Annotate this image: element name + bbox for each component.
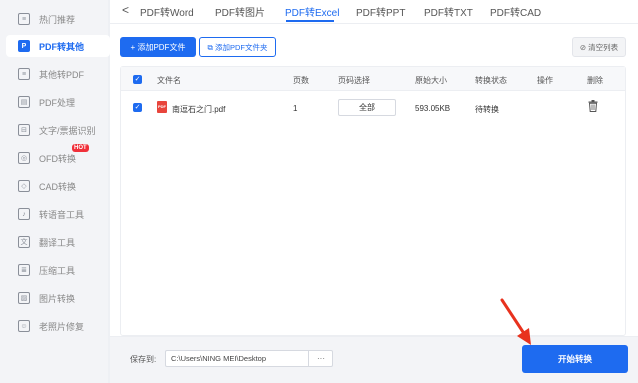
row-status: 待转换 bbox=[475, 105, 499, 114]
trash-icon[interactable] bbox=[588, 99, 598, 117]
page-select-button[interactable]: 全部 bbox=[338, 99, 396, 116]
sidebar-item-other-to-pdf[interactable]: ≡ 其他转PDF bbox=[6, 63, 110, 85]
sidebar-item-label: 压缩工具 bbox=[39, 265, 76, 276]
header-action: 操作 bbox=[537, 76, 553, 85]
sidebar-item-image[interactable]: ▨ 图片转换 bbox=[6, 287, 110, 309]
sidebar-item-label: 文字/票据识别 bbox=[39, 125, 96, 136]
tab-pdf-to-word[interactable]: PDF转Word bbox=[140, 4, 194, 19]
sidebar-item-translate[interactable]: 文 翻译工具 bbox=[6, 231, 110, 253]
clear-list-button[interactable]: ⊘ 清空列表 bbox=[572, 37, 626, 57]
file-table: ✓ 文件名 页数 页码选择 原始大小 转换状态 操作 删除 ✓ PDF 南逗石之… bbox=[120, 66, 626, 336]
tab-pdf-to-image[interactable]: PDF转图片 bbox=[215, 4, 265, 19]
row-checkbox[interactable]: ✓ bbox=[133, 103, 142, 112]
header-page-select: 页码选择 bbox=[338, 76, 370, 85]
compress-icon: ≣ bbox=[18, 264, 30, 276]
sidebar-item-label: 老照片修复 bbox=[39, 321, 85, 332]
table-header: ✓ 文件名 页数 页码选择 原始大小 转换状态 操作 删除 bbox=[121, 67, 625, 91]
sidebar-item-label: PDF转其他 bbox=[39, 41, 85, 52]
sidebar-item-label: 转语音工具 bbox=[39, 209, 85, 220]
sidebar-item-pdf-process[interactable]: ▤ PDF处理 bbox=[6, 91, 110, 113]
sidebar-item-label: 热门推荐 bbox=[39, 14, 76, 25]
row-filename: 南逗石之门.pdf bbox=[172, 105, 226, 114]
sidebar-item-label: 翻译工具 bbox=[39, 237, 76, 248]
header-delete: 删除 bbox=[587, 76, 603, 85]
tab-bar: < PDF转Word PDF转图片 PDF转Excel PDF转PPT PDF转… bbox=[110, 0, 638, 24]
row-size: 593.05KB bbox=[415, 104, 451, 113]
sidebar-item-hot[interactable]: ≡ 热门推荐 bbox=[6, 8, 110, 30]
sidebar-item-label: CAD转换 bbox=[39, 181, 77, 192]
pdf-process-icon: ▤ bbox=[18, 96, 30, 108]
fire-icon: ≡ bbox=[18, 13, 30, 25]
header-filename: 文件名 bbox=[157, 76, 181, 85]
active-tab-indicator bbox=[286, 20, 334, 22]
sidebar: ≡ 热门推荐 P PDF转其他 ≡ 其他转PDF ▤ PDF处理 ⊟ 文字/票据… bbox=[0, 0, 110, 383]
tab-pdf-to-cad[interactable]: PDF转CAD bbox=[490, 4, 541, 19]
pdf-convert-icon: P bbox=[18, 40, 30, 52]
hot-badge: HOT bbox=[72, 144, 89, 152]
add-pdf-file-button[interactable]: + 添加PDF文件 bbox=[120, 37, 196, 57]
start-convert-button[interactable]: 开始转换 bbox=[522, 345, 628, 373]
sidebar-item-label: 图片转换 bbox=[39, 293, 76, 304]
sidebar-item-label: PDF处理 bbox=[39, 97, 76, 108]
save-to-label: 保存到: bbox=[130, 355, 157, 364]
sidebar-item-photo-repair[interactable]: ☺ 老照片修复 bbox=[6, 315, 110, 337]
image-icon: ▨ bbox=[18, 292, 30, 304]
save-path-value: C:\Users\NING MEI\Desktop bbox=[171, 354, 267, 363]
header-pages: 页数 bbox=[293, 76, 309, 85]
header-status: 转换状态 bbox=[475, 76, 507, 85]
ofd-icon: ◎ bbox=[18, 152, 30, 164]
main-panel: < PDF转Word PDF转图片 PDF转Excel PDF转PPT PDF转… bbox=[110, 0, 638, 383]
tab-pdf-to-txt[interactable]: PDF转TXT bbox=[424, 4, 473, 19]
add-pdf-folder-button[interactable]: ⧉ 添加PDF文件夹 bbox=[199, 37, 276, 57]
select-all-checkbox[interactable]: ✓ bbox=[133, 75, 142, 84]
sidebar-item-label: OFD转换 bbox=[39, 153, 76, 164]
footer-bar: 保存到: C:\Users\NING MEI\Desktop ··· 开始转换 bbox=[110, 336, 638, 383]
file-to-pdf-icon: ≡ bbox=[18, 68, 30, 80]
header-size: 原始大小 bbox=[415, 76, 447, 85]
sidebar-item-ocr[interactable]: ⊟ 文字/票据识别 bbox=[6, 119, 110, 141]
row-pages: 1 bbox=[293, 104, 298, 113]
tab-pdf-to-ppt[interactable]: PDF转PPT bbox=[356, 4, 405, 19]
sidebar-item-pdf-to-other[interactable]: P PDF转其他 bbox=[6, 35, 110, 57]
sidebar-item-compress[interactable]: ≣ 压缩工具 bbox=[6, 259, 110, 281]
sidebar-item-label: 其他转PDF bbox=[39, 69, 85, 80]
sidebar-item-cad[interactable]: ◇ CAD转换 bbox=[6, 175, 110, 197]
back-icon[interactable]: < bbox=[122, 3, 129, 17]
tab-pdf-to-excel[interactable]: PDF转Excel bbox=[285, 4, 339, 19]
browse-path-button[interactable]: ··· bbox=[308, 350, 333, 367]
cad-icon: ◇ bbox=[18, 180, 30, 192]
photo-repair-icon: ☺ bbox=[18, 320, 30, 332]
ocr-icon: ⊟ bbox=[18, 124, 30, 136]
voice-icon: ♪ bbox=[18, 208, 30, 220]
pdf-file-icon: PDF bbox=[157, 101, 167, 113]
sidebar-item-voice[interactable]: ♪ 转语音工具 bbox=[6, 203, 110, 225]
sidebar-item-ofd[interactable]: ◎ OFD转换 HOT bbox=[6, 144, 110, 169]
translate-icon: 文 bbox=[18, 236, 30, 248]
